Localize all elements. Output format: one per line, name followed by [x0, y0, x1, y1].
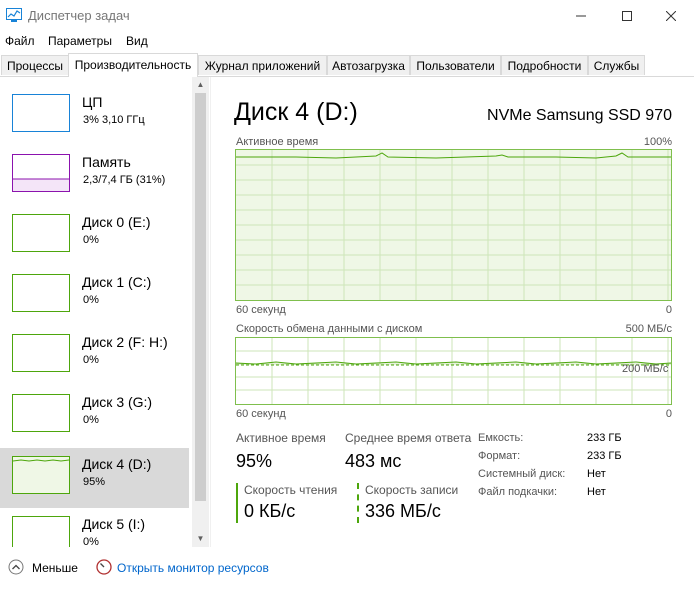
minimize-button[interactable] [558, 0, 604, 31]
disk-model: NVMe Samsung SSD 970 [487, 107, 672, 124]
chevron-up-icon[interactable] [8, 559, 24, 575]
active-time-graph [235, 149, 672, 301]
cpu-thumbnail [12, 94, 70, 132]
resource-item-disk2[interactable]: Диск 2 (F: H:) 0% [0, 326, 189, 386]
read-speed-value: 0 КБ/с [244, 501, 296, 521]
resource-value: 2,3/7,4 ГБ (31%) [83, 174, 166, 186]
avg-response-value: 483 мс [345, 451, 402, 471]
active-time-graph-xright: 0 [665, 304, 672, 316]
tab-details[interactable]: Подробности [501, 55, 588, 75]
menu-options[interactable]: Параметры [48, 34, 112, 48]
resource-value: 95% [83, 476, 106, 488]
disk-title: Диск 4 (D:) [234, 98, 358, 126]
resource-name: ЦП [82, 94, 103, 110]
format-value: 233 ГБ [587, 450, 622, 462]
resource-name: Память [82, 154, 131, 170]
disk-thumbnail [12, 394, 70, 432]
fewer-details-button[interactable]: Меньше [32, 561, 78, 575]
resource-item-disk4[interactable]: Диск 4 (D:) 95% [0, 448, 189, 508]
format-label: Формат: [478, 450, 521, 462]
tab-app-history[interactable]: Журнал приложений [198, 55, 327, 75]
resource-name: Диск 2 (F: H:) [82, 334, 168, 350]
system-disk-label: Системный диск: [478, 468, 566, 480]
tab-startup[interactable]: Автозагрузка [327, 55, 410, 75]
title-bar: Диспетчер задач [0, 0, 694, 31]
open-resource-monitor-link[interactable]: Открыть монитор ресурсов [117, 561, 269, 575]
write-speed-value: 336 МБ/с [365, 501, 441, 521]
resource-name: Диск 1 (C:) [82, 274, 152, 290]
transfer-rate-graph-xleft: 60 секунд [236, 408, 286, 420]
capacity-label: Емкость: [478, 432, 524, 444]
resource-item-memory[interactable]: Память 2,3/7,4 ГБ (31%) [0, 146, 189, 206]
resource-list: ЦП 3% 3,10 ГГц Память 2,3/7,4 ГБ (31%) Д… [0, 77, 210, 547]
disk-thumbnail [12, 214, 70, 252]
disk-thumbnail [12, 334, 70, 372]
resource-value: 0% [83, 414, 99, 426]
active-time-label: Активное время [236, 431, 326, 445]
resource-value: 0% [83, 354, 99, 366]
pane-divider [210, 77, 211, 547]
disk-thumbnail [12, 456, 70, 494]
close-icon [666, 10, 676, 21]
active-time-graph-svg [236, 150, 671, 300]
transfer-rate-graph: 200 МБ/с [235, 337, 672, 405]
active-time-value: 95% [236, 451, 273, 471]
page-file-value: Нет [587, 486, 606, 498]
menu-bar: Файл Параметры Вид [0, 31, 694, 53]
resource-item-disk5[interactable]: Диск 5 (I:) 0% [0, 508, 189, 547]
page-file-label: Файл подкачки: [478, 486, 558, 498]
scroll-thumb[interactable] [195, 93, 206, 501]
active-time-graph-max: 100% [643, 136, 672, 148]
menu-view[interactable]: Вид [126, 34, 148, 48]
read-speed-label: Скорость чтения [244, 483, 338, 497]
system-disk-value: Нет [587, 468, 606, 480]
transfer-rate-graph-xright: 0 [665, 408, 672, 420]
scroll-up-icon[interactable]: ▲ [192, 77, 209, 93]
footer: Меньше Открыть монитор ресурсов [0, 548, 694, 590]
active-time-graph-xleft: 60 секунд [236, 304, 286, 316]
write-speed-label: Скорость записи [365, 483, 459, 497]
tab-users[interactable]: Пользователи [410, 55, 501, 75]
resource-name: Диск 3 (G:) [82, 394, 153, 410]
avg-response-label: Среднее время ответа [345, 431, 472, 445]
minimize-icon [576, 15, 586, 16]
task-manager-icon [6, 8, 22, 22]
resource-name: Диск 4 (D:) [82, 456, 152, 472]
close-button[interactable] [648, 0, 694, 31]
transfer-rate-graph-label: Скорость обмена данными с диском [236, 323, 423, 335]
maximize-button[interactable] [604, 0, 650, 31]
maximize-icon [622, 10, 632, 21]
resource-value: 0% [83, 234, 99, 246]
read-speed-indicator [236, 483, 238, 523]
resource-item-disk1[interactable]: Диск 1 (C:) 0% [0, 266, 189, 326]
transfer-rate-graph-max: 500 МБ/с [625, 323, 672, 335]
disk-thumbnail [12, 274, 70, 312]
tab-bar: Процессы Производительность Журнал прило… [0, 53, 694, 77]
transfer-rate-graph-svg: 200 МБ/с [236, 338, 671, 404]
resource-item-disk3[interactable]: Диск 3 (G:) 0% [0, 386, 189, 446]
menu-file[interactable]: Файл [5, 34, 35, 48]
tab-processes[interactable]: Процессы [1, 55, 69, 75]
window-title: Диспетчер задач [28, 8, 130, 23]
resource-item-cpu[interactable]: ЦП 3% 3,10 ГГц [0, 86, 189, 146]
resource-monitor-icon [96, 559, 112, 575]
disk-thumbnail [12, 516, 70, 547]
tab-services[interactable]: Службы [588, 55, 645, 75]
tab-performance[interactable]: Производительность [68, 53, 198, 77]
resource-name: Диск 5 (I:) [82, 516, 146, 532]
active-time-graph-label: Активное время [236, 136, 319, 148]
resource-name: Диск 0 (E:) [82, 214, 151, 230]
resource-value: 0% [83, 294, 99, 306]
resource-list-scrollbar[interactable]: ▲ ▼ [192, 77, 209, 547]
resource-value: 3% 3,10 ГГц [83, 114, 145, 126]
capacity-value: 233 ГБ [587, 432, 622, 444]
write-speed-indicator [357, 483, 359, 523]
resource-item-disk0[interactable]: Диск 0 (E:) 0% [0, 206, 189, 266]
transfer-rate-graph-mid: 200 МБ/с [622, 363, 669, 375]
memory-thumbnail [12, 154, 70, 192]
scroll-down-icon[interactable]: ▼ [192, 531, 209, 547]
resource-value: 0% [83, 536, 99, 547]
